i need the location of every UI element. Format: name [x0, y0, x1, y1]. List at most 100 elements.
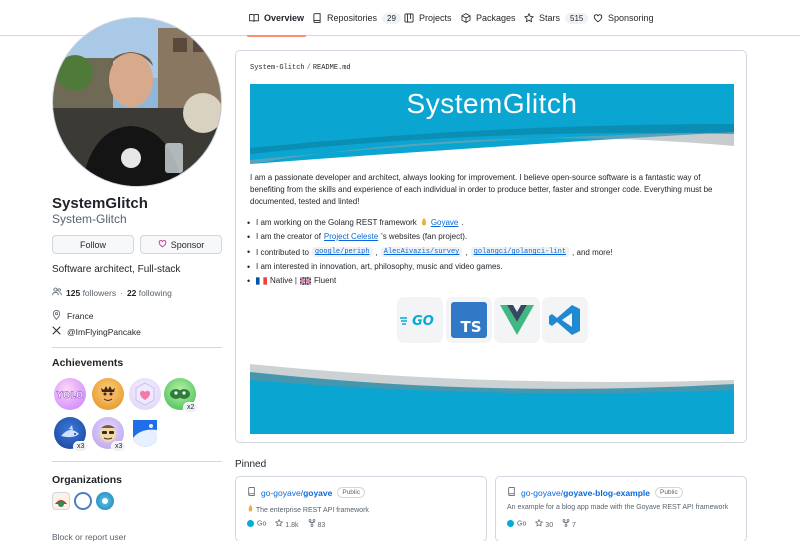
tab-repositories[interactable]: Repositories 29	[312, 0, 401, 36]
organizations-title: Organizations	[52, 474, 123, 486]
tab-sponsoring[interactable]: Sponsoring	[593, 0, 654, 36]
forks-count: 7	[572, 522, 576, 529]
achievement-badge-arctic-code-vault[interactable]	[129, 417, 161, 449]
language-color-dot	[507, 520, 514, 528]
heart-icon	[593, 13, 603, 23]
location: France	[52, 310, 93, 322]
tab-label: Repositories	[327, 13, 378, 23]
achievement-count: x2	[183, 402, 199, 413]
pinned-title: Pinned	[235, 459, 267, 470]
goyave-logo-icon	[420, 217, 428, 228]
readme-banner-bottom	[250, 354, 734, 434]
go-logo-text: GO	[412, 314, 434, 329]
list-item-text: Native |	[270, 276, 297, 285]
repositories-count: 29	[382, 12, 401, 24]
profile-bio: Software architect, Full-stack	[52, 264, 181, 275]
follow-button[interactable]: Follow	[52, 235, 134, 254]
forks-link[interactable]: 7	[562, 519, 576, 529]
code-link-golangci-lint[interactable]: golangci/golangci-lint	[470, 247, 570, 257]
list-item-text: 's websites (fan project).	[381, 232, 468, 241]
readme-owner-link[interactable]: System-Glitch	[250, 64, 305, 72]
divider	[52, 461, 222, 462]
social-account[interactable]: @ImFlyingPancake	[52, 326, 141, 337]
achievements-title[interactable]: Achievements	[52, 357, 123, 369]
language: Go	[507, 520, 527, 528]
tab-label: Packages	[476, 13, 516, 23]
visibility-badge: Public	[337, 487, 366, 498]
stars-count: 515	[565, 12, 589, 24]
typescript-logo-icon: TS	[446, 297, 492, 343]
location-icon	[52, 310, 61, 322]
typescript-logo-text: TS	[460, 318, 481, 336]
project-icon	[404, 13, 414, 23]
achievement-count: x3	[111, 441, 127, 452]
vue-logo-icon	[494, 297, 540, 343]
following-link[interactable]: 22 following	[127, 288, 172, 298]
code-link-periph[interactable]: google/periph	[311, 247, 373, 257]
followers-link[interactable]: 125 followers	[66, 288, 116, 298]
forks-link[interactable]: 83	[308, 519, 326, 529]
followers-count: 125	[66, 287, 81, 298]
profile-login: System-Glitch	[52, 212, 127, 226]
pinned-repo-link[interactable]: go-goyave/goyave-blog-example	[521, 488, 650, 498]
pinned-repo-header: go-goyave/goyave-blog-example Public	[507, 487, 683, 498]
language-text: Go	[517, 520, 527, 528]
achievement-badge-starstruck[interactable]	[92, 378, 124, 410]
code-link-survey[interactable]: AlecAivazis/survey	[380, 247, 463, 257]
list-item-text: I am interested in innovation, art, phil…	[256, 262, 503, 271]
tab-projects[interactable]: Projects	[404, 0, 452, 36]
stars-link[interactable]: 1.8k	[275, 518, 299, 529]
achievement-badge-yolo[interactable]: YOLO	[54, 378, 86, 410]
avatar[interactable]	[52, 17, 222, 187]
forks-count: 83	[317, 522, 326, 529]
people-icon	[52, 287, 62, 298]
vscode-logo-icon	[542, 297, 588, 343]
organization-avatar[interactable]	[96, 492, 114, 510]
svg-text:YOLO: YOLO	[56, 391, 84, 401]
repo-name: goyave	[303, 487, 333, 498]
x-logo-icon	[52, 326, 61, 337]
goyave-link[interactable]: Goyave	[431, 218, 459, 227]
stars-link[interactable]: 30	[535, 518, 554, 529]
fork-icon	[308, 519, 315, 527]
block-report-link[interactable]: Block or report user	[52, 532, 126, 541]
pinned-repo-description: An example for a blog app made with the …	[507, 504, 729, 511]
tab-label: Sponsoring	[608, 13, 654, 23]
pinned-repo-card: go-goyave/goyave-blog-example Public An …	[495, 476, 747, 541]
description-text: The enterprise REST API framework	[255, 507, 369, 514]
stars-count: 30	[545, 522, 554, 529]
tab-label: Overview	[264, 13, 305, 23]
follow-stats: 125 followers · 22 following	[52, 287, 172, 298]
visibility-badge: Public	[654, 487, 683, 498]
readme-intro: I am a passionate developer and architec…	[250, 173, 713, 206]
tab-overview[interactable]: Overview	[246, 0, 307, 37]
banner-title: SystemGlitch	[406, 88, 578, 119]
readme-breadcrumb: System-Glitch / README.md	[250, 64, 351, 72]
pinned-repo-meta: Go 30 7	[507, 518, 576, 529]
readme-file-link[interactable]: README.md	[313, 64, 351, 72]
tab-stars[interactable]: Stars 515	[524, 0, 589, 36]
list-item: I am interested in innovation, art, phil…	[247, 262, 503, 272]
sponsor-button[interactable]: Sponsor	[140, 235, 222, 254]
divider	[52, 347, 222, 348]
organization-avatar[interactable]	[74, 492, 92, 510]
list-item-text: I am working on the Golang REST framewor…	[256, 218, 417, 227]
heart-icon	[158, 239, 167, 250]
sponsor-label: Sponsor	[170, 239, 205, 250]
achievement-badge-heart-on-sleeve[interactable]	[129, 378, 161, 410]
organization-avatar[interactable]	[52, 492, 70, 510]
list-item-text: I am the creator of	[256, 232, 321, 241]
pinned-repo-link[interactable]: go-goyave/goyave	[261, 488, 332, 498]
repo-owner: go-goyave/	[261, 487, 304, 498]
list-item: I am working on the Golang REST framewor…	[247, 217, 464, 228]
list-item: Native | Fluent	[247, 276, 336, 286]
repo-icon	[507, 487, 516, 498]
go-logo-icon: GO	[397, 297, 443, 343]
star-icon	[524, 13, 534, 23]
repo-name: goyave-blog-example	[563, 487, 650, 498]
uk-flag-icon	[299, 276, 312, 285]
follow-label: Follow	[79, 239, 106, 250]
tab-packages[interactable]: Packages	[461, 0, 516, 36]
project-celeste-link[interactable]: Project Celeste	[324, 232, 378, 241]
profile-readme: System-Glitch / README.md SystemGlitch I a…	[235, 50, 747, 443]
